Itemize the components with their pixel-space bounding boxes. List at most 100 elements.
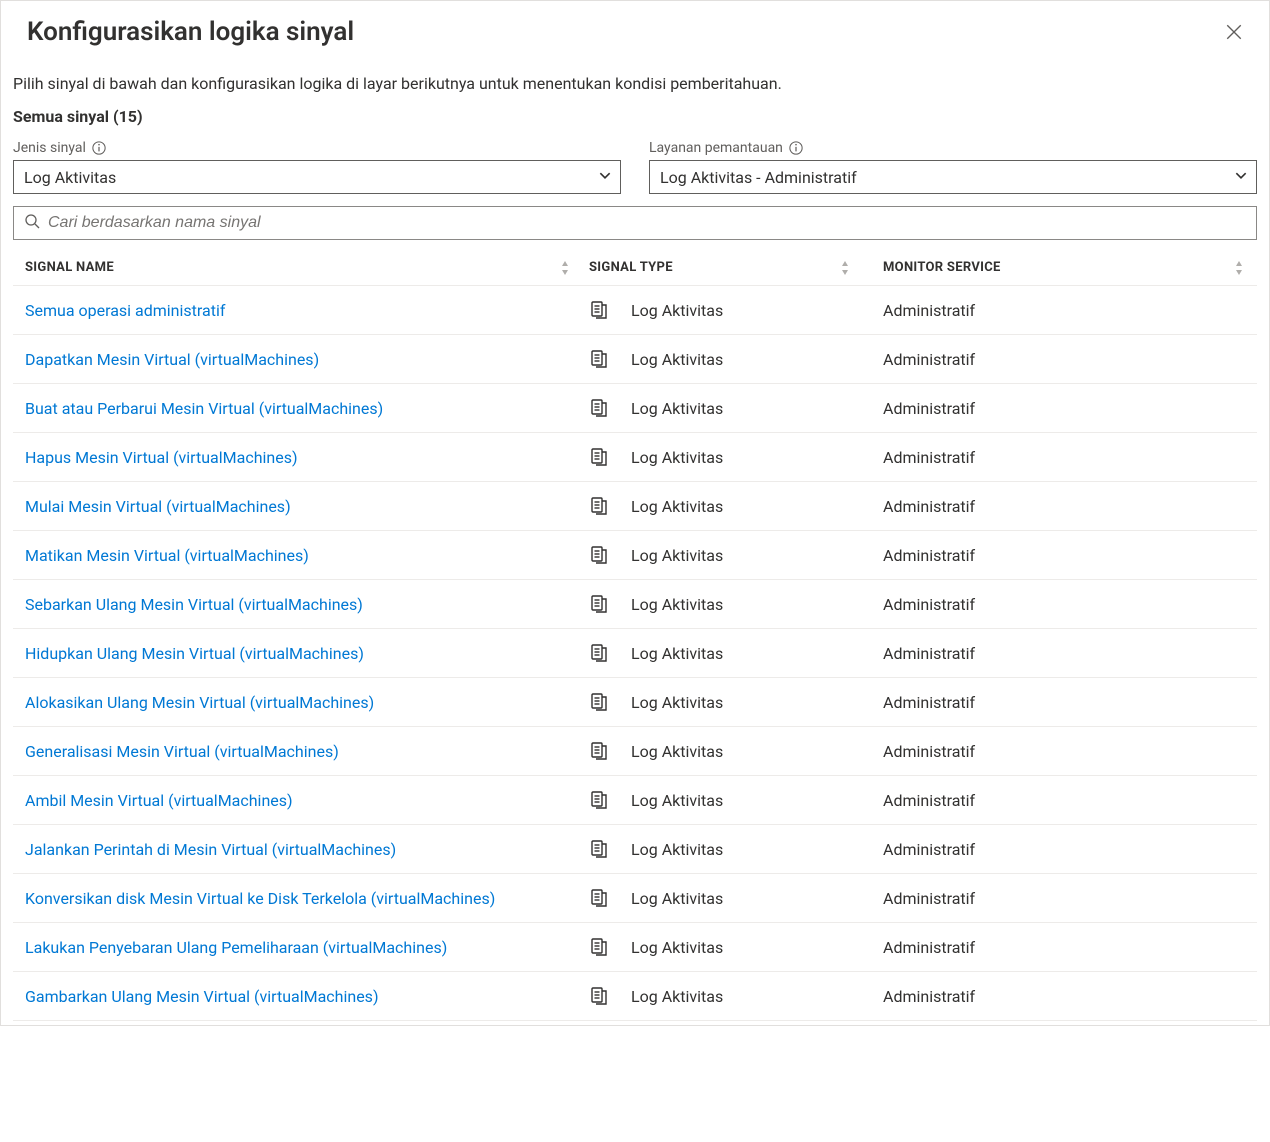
cell-signal-type: Log Aktivitas <box>583 643 863 663</box>
cell-monitor-service: Administratif <box>863 595 1257 614</box>
table-row[interactable]: Alokasikan Ulang Mesin Virtual (virtualM… <box>13 678 1257 727</box>
table-row[interactable]: Jalankan Perintah di Mesin Virtual (virt… <box>13 825 1257 874</box>
filter-signal-type: Jenis sinyal Log Aktivitas <box>13 140 621 194</box>
signal-type-text: Log Aktivitas <box>631 987 723 1006</box>
info-icon[interactable] <box>789 141 803 155</box>
col-header-name[interactable]: Signal Name <box>13 260 583 275</box>
table-row[interactable]: Buat atau Perbarui Mesin Virtual (virtua… <box>13 384 1257 433</box>
table-row[interactable]: Sebarkan Ulang Mesin Virtual (virtualMac… <box>13 580 1257 629</box>
info-icon[interactable] <box>92 141 106 155</box>
table-row[interactable]: Lakukan Penyebaran Ulang Pemeliharaan (v… <box>13 923 1257 972</box>
table-row[interactable]: Generalisasi Mesin Virtual (virtualMachi… <box>13 727 1257 776</box>
monitor-service-select[interactable]: Log Aktivitas - Administratif <box>649 160 1257 194</box>
signal-type-text: Log Aktivitas <box>631 938 723 957</box>
search-input[interactable] <box>48 214 1246 232</box>
table-row[interactable]: Ambil Mesin Virtual (virtualMachines) Log… <box>13 776 1257 825</box>
chevron-down-icon <box>598 168 612 187</box>
cell-monitor-service: Administratif <box>863 399 1257 418</box>
cell-monitor-service: Administratif <box>863 448 1257 467</box>
signal-type-text: Log Aktivitas <box>631 399 723 418</box>
cell-signal-name: Matikan Mesin Virtual (virtualMachines) <box>13 546 583 565</box>
activity-log-icon <box>589 398 609 418</box>
signal-link[interactable]: Sebarkan Ulang Mesin Virtual (virtualMac… <box>25 595 363 614</box>
cell-signal-name: Semua operasi administratif <box>13 301 583 320</box>
signal-type-select[interactable]: Log Aktivitas <box>13 160 621 194</box>
cell-monitor-service: Administratif <box>863 546 1257 565</box>
cell-signal-name: Buat atau Perbarui Mesin Virtual (virtua… <box>13 399 583 418</box>
all-signals-count: Semua sinyal (15) <box>1 101 1269 140</box>
signal-type-label: Jenis sinyal <box>13 140 621 156</box>
cell-signal-type: Log Aktivitas <box>583 447 863 467</box>
cell-signal-type: Log Aktivitas <box>583 888 863 908</box>
cell-signal-type: Log Aktivitas <box>583 937 863 957</box>
signal-link[interactable]: Hapus Mesin Virtual (virtualMachines) <box>25 448 298 467</box>
signal-type-text: Log Aktivitas <box>631 595 723 614</box>
signal-type-text: Log Aktivitas <box>631 497 723 516</box>
signal-link[interactable]: Mulai Mesin Virtual (virtualMachines) <box>25 497 291 516</box>
cell-signal-name: Hapus Mesin Virtual (virtualMachines) <box>13 448 583 467</box>
col-header-type[interactable]: Signal Type <box>583 260 863 275</box>
table-row[interactable]: Konversikan disk Mesin Virtual ke Disk T… <box>13 874 1257 923</box>
table-row[interactable]: Matikan Mesin Virtual (virtualMachines) L… <box>13 531 1257 580</box>
signal-link[interactable]: Generalisasi Mesin Virtual (virtualMachi… <box>25 742 339 761</box>
signal-link[interactable]: Lakukan Penyebaran Ulang Pemeliharaan (v… <box>25 938 447 957</box>
cell-signal-type: Log Aktivitas <box>583 986 863 1006</box>
signal-type-text: Log Aktivitas <box>631 791 723 810</box>
cell-signal-type: Log Aktivitas <box>583 496 863 516</box>
activity-log-icon <box>589 741 609 761</box>
signal-link[interactable]: Matikan Mesin Virtual (virtualMachines) <box>25 546 309 565</box>
cell-signal-name: Dapatkan Mesin Virtual (virtualMachines) <box>13 350 583 369</box>
table-row[interactable]: Hidupkan Ulang Mesin Virtual (virtualMac… <box>13 629 1257 678</box>
cell-monitor-service: Administratif <box>863 497 1257 516</box>
search-container <box>1 206 1269 240</box>
table-row[interactable]: Hapus Mesin Virtual (virtualMachines) Log… <box>13 433 1257 482</box>
cell-signal-type: Log Aktivitas <box>583 398 863 418</box>
cell-signal-type: Log Aktivitas <box>583 594 863 614</box>
activity-log-icon <box>589 692 609 712</box>
cell-monitor-service: Administratif <box>863 742 1257 761</box>
cell-signal-type: Log Aktivitas <box>583 349 863 369</box>
cell-signal-type: Log Aktivitas <box>583 790 863 810</box>
cell-signal-name: Gambarkan Ulang Mesin Virtual (virtualMa… <box>13 987 583 1006</box>
signal-link[interactable]: Gambarkan Ulang Mesin Virtual (virtualMa… <box>25 987 379 1006</box>
signal-link[interactable]: Konversikan disk Mesin Virtual ke Disk T… <box>25 889 495 908</box>
filter-monitor-service: Layanan pemantauan Log Aktivitas - Admin… <box>649 140 1257 194</box>
signal-type-text: Log Aktivitas <box>631 693 723 712</box>
signal-link[interactable]: Alokasikan Ulang Mesin Virtual (virtualM… <box>25 693 374 712</box>
signal-type-text: Log Aktivitas <box>631 448 723 467</box>
col-header-service[interactable]: Monitor Service <box>863 260 1257 275</box>
cell-signal-type: Log Aktivitas <box>583 692 863 712</box>
signal-link[interactable]: Dapatkan Mesin Virtual (virtualMachines) <box>25 350 319 369</box>
cell-signal-name: Generalisasi Mesin Virtual (virtualMachi… <box>13 742 583 761</box>
cell-signal-type: Log Aktivitas <box>583 741 863 761</box>
activity-log-icon <box>589 643 609 663</box>
cell-signal-name: Sebarkan Ulang Mesin Virtual (virtualMac… <box>13 595 583 614</box>
signal-type-text: Log Aktivitas <box>631 546 723 565</box>
table-row[interactable]: Gambarkan Ulang Mesin Virtual (virtualMa… <box>13 972 1257 1021</box>
panel-header: Konfigurasikan logika sinyal <box>1 1 1269 56</box>
signal-type-text: Log Aktivitas <box>631 742 723 761</box>
signal-link[interactable]: Jalankan Perintah di Mesin Virtual (virt… <box>25 840 396 859</box>
signal-link[interactable]: Buat atau Perbarui Mesin Virtual (virtua… <box>25 399 383 418</box>
search-box[interactable] <box>13 206 1257 240</box>
table-header: Signal Name Signal Type Monitor Service <box>13 248 1257 286</box>
table-row[interactable]: Semua operasi administratif Log Aktivitas… <box>13 286 1257 335</box>
table-row[interactable]: Mulai Mesin Virtual (virtualMachines) Log… <box>13 482 1257 531</box>
signal-link[interactable]: Hidupkan Ulang Mesin Virtual (virtualMac… <box>25 644 364 663</box>
signals-table: Signal Name Signal Type Monitor Service <box>13 248 1257 1021</box>
cell-monitor-service: Administratif <box>863 889 1257 908</box>
activity-log-icon <box>589 937 609 957</box>
cell-monitor-service: Administratif <box>863 693 1257 712</box>
table-row[interactable]: Dapatkan Mesin Virtual (virtualMachines)… <box>13 335 1257 384</box>
signal-link[interactable]: Ambil Mesin Virtual (virtualMachines) <box>25 791 293 810</box>
panel-description: Pilih sinyal di bawah dan konfigurasikan… <box>1 56 1269 101</box>
cell-signal-name: Lakukan Penyebaran Ulang Pemeliharaan (v… <box>13 938 583 957</box>
activity-log-icon <box>589 545 609 565</box>
sort-icon <box>559 261 571 275</box>
chevron-down-icon <box>1234 168 1248 187</box>
activity-log-icon <box>589 594 609 614</box>
cell-monitor-service: Administratif <box>863 840 1257 859</box>
signal-type-text: Log Aktivitas <box>631 301 723 320</box>
signal-link[interactable]: Semua operasi administratif <box>25 301 225 320</box>
close-button[interactable] <box>1221 19 1247 48</box>
